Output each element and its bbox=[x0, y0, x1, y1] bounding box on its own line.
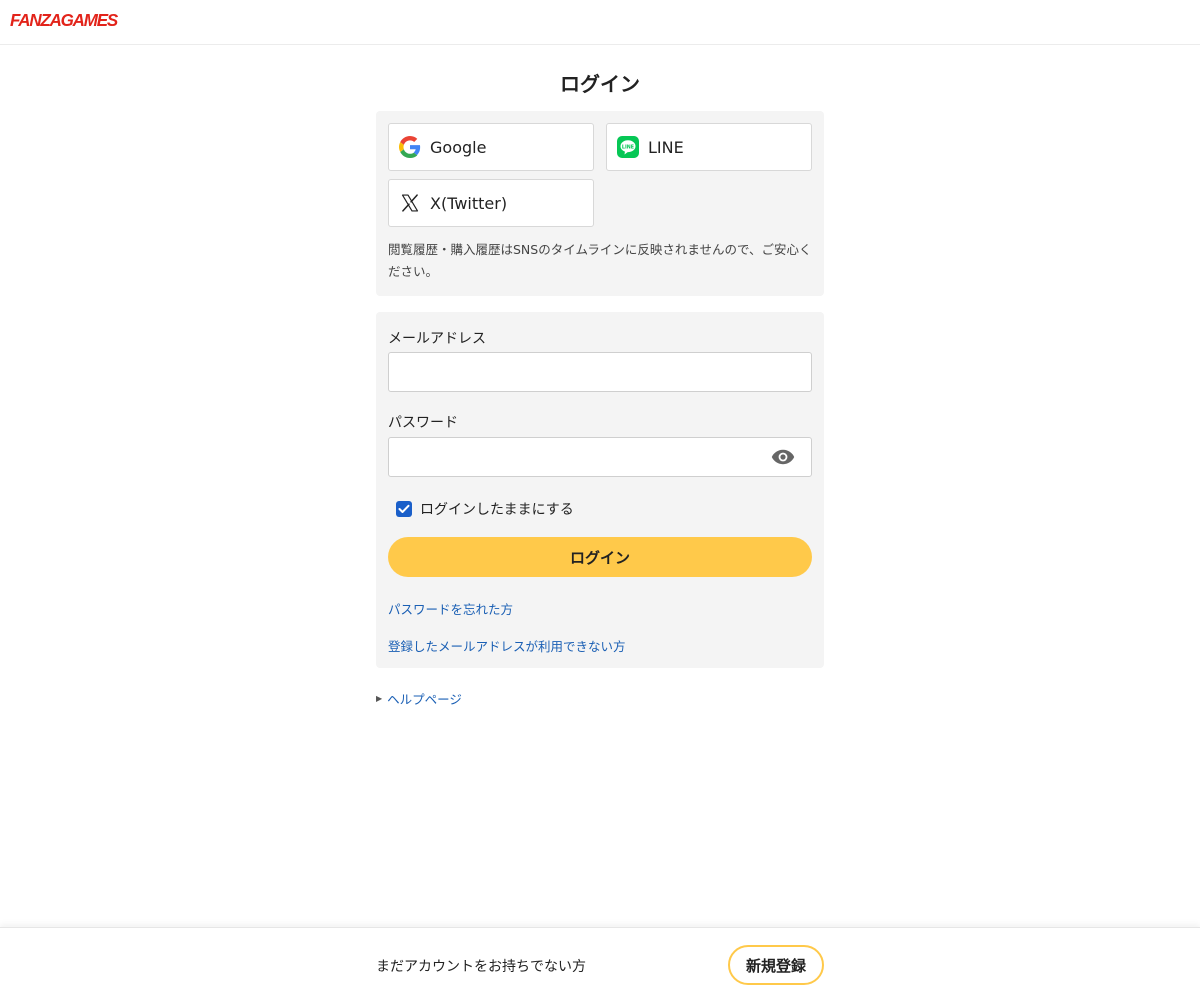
x-twitter-icon bbox=[399, 192, 421, 214]
keep-logged-in-checkbox[interactable]: ログインしたままにする bbox=[396, 499, 574, 519]
password-label: パスワード bbox=[388, 415, 458, 431]
footer-bar: まだアカウントをお持ちでない方 新規登録 bbox=[0, 927, 1200, 1000]
sns-login-panel: Google LINE LINE X(Twitter) 閲覧履歴・購入履歴はSN… bbox=[376, 111, 824, 296]
password-input[interactable] bbox=[388, 437, 812, 477]
site-header: FANZAGAMES bbox=[0, 0, 1200, 45]
no-account-text: まだアカウントをお持ちでない方 bbox=[376, 959, 586, 975]
line-icon-text: LINE bbox=[622, 144, 634, 150]
google-icon bbox=[399, 136, 421, 158]
email-label: メールアドレス bbox=[388, 331, 486, 347]
google-login-label: Google bbox=[430, 137, 487, 157]
check-icon bbox=[398, 504, 410, 513]
register-button[interactable]: 新規登録 bbox=[728, 945, 824, 985]
line-login-label: LINE bbox=[648, 137, 684, 157]
page-title: ログイン bbox=[560, 72, 640, 96]
fanza-games-logo[interactable]: FANZAGAMES bbox=[10, 11, 118, 32]
google-login-button[interactable]: Google bbox=[388, 123, 594, 171]
help-page-link-text: ヘルプページ bbox=[387, 692, 462, 707]
email-login-panel: メールアドレス パスワード ログインしたままにする ログイン パスワードを忘れた… bbox=[376, 312, 824, 668]
line-icon: LINE bbox=[617, 136, 639, 158]
forgot-password-link[interactable]: パスワードを忘れた方 bbox=[388, 599, 513, 618]
help-page-link[interactable]: ▶ ヘルプページ bbox=[376, 689, 462, 708]
checkbox-checked[interactable] bbox=[396, 501, 412, 517]
x-twitter-login-button[interactable]: X(Twitter) bbox=[388, 179, 594, 227]
email-input[interactable] bbox=[388, 352, 812, 392]
eye-icon[interactable] bbox=[770, 448, 796, 466]
line-login-button[interactable]: LINE LINE bbox=[606, 123, 812, 171]
triangle-right-icon: ▶ bbox=[376, 694, 383, 703]
x-twitter-login-label: X(Twitter) bbox=[430, 193, 508, 213]
cannot-use-email-link[interactable]: 登録したメールアドレスが利用できない方 bbox=[388, 636, 626, 655]
sns-privacy-note: 閲覧履歴・購入履歴はSNSのタイムラインに反映されませんので、ご安心ください。 bbox=[388, 242, 812, 279]
login-button[interactable]: ログイン bbox=[388, 537, 812, 577]
keep-logged-in-label: ログインしたままにする bbox=[420, 502, 574, 518]
